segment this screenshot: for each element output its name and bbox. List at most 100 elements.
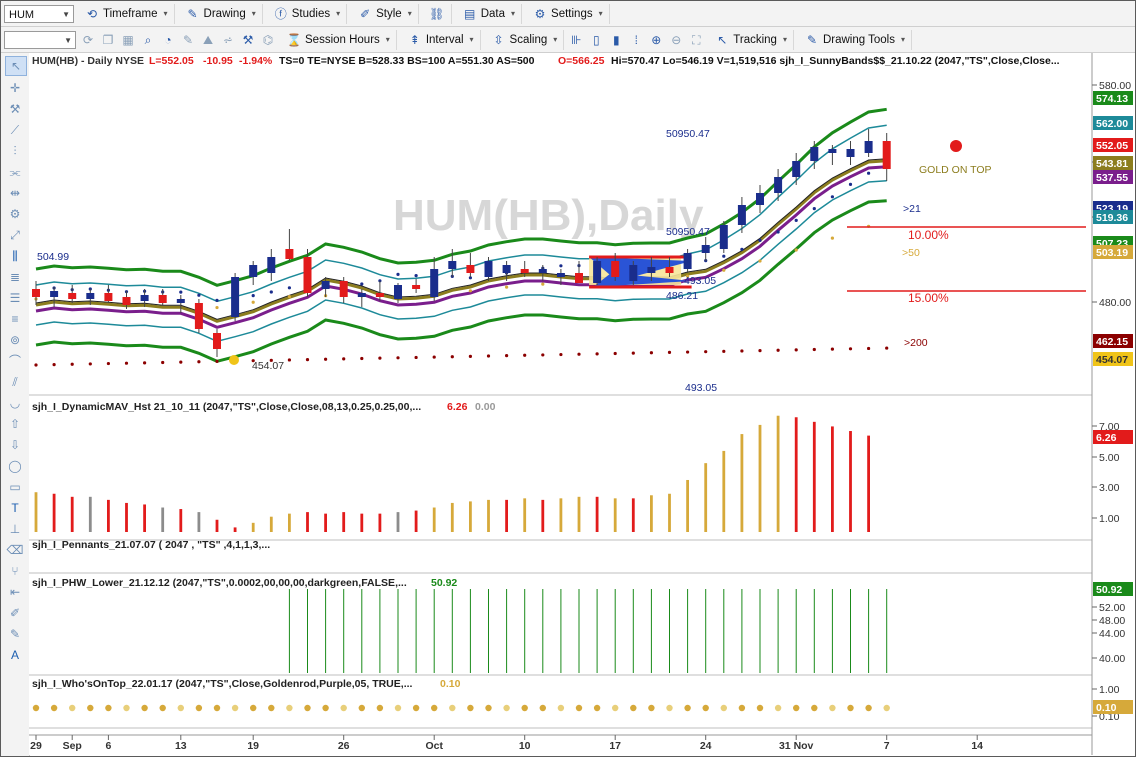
ray-icon[interactable]: ⤢ [5,226,25,244]
mav-bar [269,516,273,532]
who-dot [612,704,619,712]
ma21-dot [215,298,219,302]
ma200-dot [776,348,780,352]
drawing-tools-menu[interactable]: ✎ Drawing Tools ▾ [798,29,912,50]
fib-icon[interactable]: ⫘ [5,163,25,181]
style-menu[interactable]: ✐ Style ▾ [351,3,419,24]
chevron-down-icon[interactable]: ▼ [64,32,72,50]
ma200-dot [631,351,635,355]
curve-icon[interactable]: ◡ [5,394,25,412]
ma200-dot [414,355,418,360]
columns-icon[interactable]: ⫼ [5,247,25,265]
ma50-dot [215,305,219,310]
vertical-line-icon[interactable]: ⫶ [5,142,25,160]
svg-text:L=552.05: L=552.05 [149,55,194,67]
area-chart-icon[interactable]: ⛰ [200,32,216,48]
symbol-input[interactable]: HUM ▼ [4,4,74,24]
channel-icon[interactable]: ⇹ [5,184,25,202]
candle-body [303,257,312,293]
pen-icon[interactable]: ✎ [5,625,25,643]
ma21-dot [867,171,871,175]
ma200-dot [613,351,617,356]
time-tick-label: 24 [700,740,712,752]
drawing-menu[interactable]: ✎ Drawing ▾ [179,3,263,24]
chart-type-icon[interactable]: ⩫ [220,32,236,48]
cursor-icon[interactable]: ↖ [5,56,27,76]
list-icon[interactable]: ≡ [5,310,25,328]
candle-body [285,249,294,259]
candle-body [466,265,475,273]
who-dot [340,704,347,712]
dots-icon[interactable]: ⁞ [628,32,644,48]
brush-icon[interactable]: ✐ [5,604,25,622]
secondary-input[interactable]: ▼ [4,30,76,50]
timeframe-icon: ⟲ [86,6,98,21]
arrow-down-icon[interactable]: ⇩ [5,436,25,454]
who-dot [865,704,872,712]
ma200-dot [324,357,328,361]
link-button[interactable]: ⛓ [423,3,452,24]
rectangle-icon[interactable]: ▭ [5,478,25,496]
timeframe-menu[interactable]: ⟲ Timeframe ▾ [78,3,175,24]
candle-icon[interactable]: ▯ [588,32,604,48]
candle-hollow-icon[interactable]: ▮ [608,32,624,48]
zoom-out-icon[interactable]: ⊖ [668,32,684,48]
tracking-menu[interactable]: ↖ Tracking ▾ [708,29,794,50]
chart-area[interactable]: HUM(HB),Daily HUM(HB) - Daily NYSE L=552… [29,53,1134,755]
eraser-icon[interactable]: ⌫ [5,541,25,559]
price-tag: 562.00 [1093,116,1133,130]
ma200-dot [396,356,400,360]
svg-text:50950.47: 50950.47 [666,128,710,140]
magnifier-icon[interactable]: ⌕ [140,32,156,48]
arc-icon[interactable]: ⌒ [5,352,25,370]
who-dot [666,704,673,712]
candle-body [448,261,457,269]
draw-icon[interactable]: ✎ [180,32,196,48]
pencil-icon: ✎ [187,6,198,21]
grid-icon[interactable]: ▦ [120,32,136,48]
tools-icon[interactable]: ⚒ [240,32,256,48]
gauge-icon[interactable]: ◔ [160,32,176,48]
refresh-icon[interactable]: ⟳ [80,32,96,48]
who-dot [376,704,384,712]
settings-menu[interactable]: ⚙ Settings ▾ [526,3,610,24]
anchor-icon[interactable]: ⇤ [5,583,25,601]
rows-icon[interactable]: ☰ [5,289,25,307]
data-menu[interactable]: ▤ Data ▾ [456,3,523,24]
zoom-in-icon[interactable]: ⊕ [648,32,664,48]
text-label-icon[interactable]: A [5,646,25,664]
ma21-dot [740,247,744,251]
interval-menu[interactable]: ⇞ Interval ▾ [401,29,481,50]
chevron-down-icon[interactable]: ▼ [62,6,70,24]
spiral-icon[interactable]: ⊚ [5,331,25,349]
mav-bar [541,499,545,532]
scaling-menu[interactable]: ⇳ Scaling ▾ [485,29,565,50]
copy-icon[interactable]: ❐ [100,32,116,48]
ruler-icon[interactable]: ⊥ [5,520,25,538]
ellipse-icon[interactable]: ◯ [5,457,25,475]
pitchfork-icon[interactable]: ⑂ [5,562,25,580]
trendline-icon[interactable]: ⟋ [5,121,25,139]
fan-icon[interactable]: ⫽ [5,373,25,391]
bar-chart-icon[interactable]: ⊪ [568,32,584,48]
candle-body [683,253,692,269]
levels-icon[interactable]: ≣ [5,268,25,286]
svg-text:>50: >50 [902,247,920,259]
data-icon: ▤ [464,6,476,21]
arrow-up-icon[interactable]: ⇧ [5,415,25,433]
link-icon: ⛓ [429,6,445,21]
studies-menu[interactable]: ⓕ Studies ▾ [267,3,348,24]
crosshair-icon[interactable]: ✛ [5,79,25,97]
session-hours-menu[interactable]: ⌛ Session Hours ▾ [280,29,397,50]
hierarchy-icon[interactable]: ⌬ [260,32,276,48]
ma200-dot [867,346,871,351]
expand-icon[interactable]: ⛶ [688,32,704,48]
ma200-dot [287,358,291,362]
ma200-dot [704,350,708,354]
ma200-dot [667,350,672,354]
wrench-icon[interactable]: ⚒ [5,100,25,118]
text-tool-icon[interactable]: T [5,499,25,517]
svg-text:6.26: 6.26 [447,401,468,413]
gear-tool-icon[interactable]: ⚙ [5,205,25,223]
candle-body [339,281,348,297]
